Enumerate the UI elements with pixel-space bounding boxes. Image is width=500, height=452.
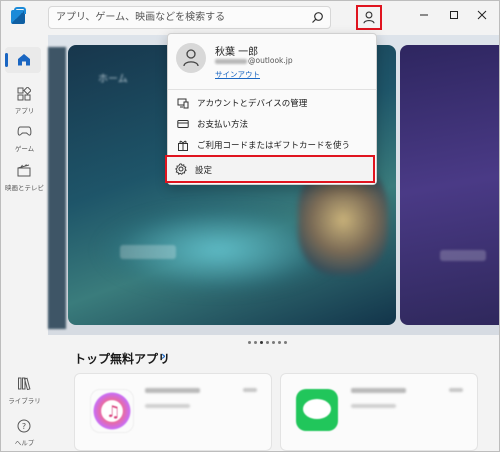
menu-item-label: アカウントとデバイスの管理	[197, 99, 308, 109]
app-category-placeholder	[145, 404, 190, 408]
close-button[interactable]	[471, 7, 495, 23]
chevron-right-icon[interactable]: ›	[161, 349, 166, 363]
app-price-placeholder	[449, 388, 463, 392]
carousel-dots[interactable]	[248, 329, 308, 344]
hero-next-cta-button[interactable]	[440, 250, 486, 261]
credit-card-icon	[177, 120, 189, 128]
nav-library-label: ライブラリ	[8, 397, 41, 405]
search-input[interactable]	[56, 9, 301, 26]
gear-icon	[175, 163, 187, 175]
menu-item-account-devices[interactable]: アカウントとデバイスの管理	[169, 93, 375, 113]
maximize-icon	[450, 11, 458, 19]
svg-text:?: ?	[22, 422, 26, 431]
hero-prev-card[interactable]	[48, 47, 66, 329]
minimize-button[interactable]	[413, 7, 437, 23]
app-name-placeholder	[145, 388, 200, 393]
hero-title: ホーム	[98, 74, 128, 85]
app-name-placeholder	[351, 388, 406, 393]
search-box[interactable]	[48, 6, 331, 29]
section-title[interactable]: トップ無料アプリ	[74, 350, 170, 367]
menu-divider	[168, 89, 376, 90]
itunes-icon: ♫	[90, 389, 134, 433]
app-tile-itunes[interactable]: ♫	[74, 373, 272, 451]
nav-help-label: ヘルプ	[14, 439, 35, 447]
menu-item-payment[interactable]: お支払い方法	[169, 114, 375, 134]
store-logo-icon	[11, 7, 26, 24]
app-window: アプリ ゲーム 映画とテレビ ライブラリ ?	[0, 0, 500, 452]
left-nav: アプリ ゲーム 映画とテレビ ライブラリ ? ヘルプ	[1, 35, 48, 451]
nav-library[interactable]: ライブラリ	[1, 373, 48, 405]
email-redacted	[215, 58, 247, 64]
menu-item-label: ご利用コードまたはギフトカードを使う	[197, 141, 351, 151]
account-button[interactable]	[356, 5, 382, 30]
nav-movies[interactable]: 映画とテレビ	[1, 160, 48, 192]
help-icon: ?	[17, 419, 31, 433]
app-category-placeholder	[351, 404, 396, 408]
nav-active-indicator	[5, 53, 8, 67]
home-icon	[18, 54, 30, 66]
menu-item-redeem[interactable]: ご利用コードまたはギフトカードを使う	[169, 135, 375, 155]
hero-cta-button[interactable]	[120, 245, 176, 259]
user-icon	[363, 11, 375, 24]
nav-games[interactable]: ゲーム	[1, 121, 48, 153]
nav-games-label: ゲーム	[14, 145, 35, 153]
nav-apps[interactable]: アプリ	[1, 83, 48, 115]
search-icon[interactable]	[311, 11, 324, 24]
menu-item-label: 設定	[195, 166, 213, 176]
nav-movies-label: 映画とテレビ	[5, 184, 44, 192]
maximize-button[interactable]	[443, 7, 467, 23]
user-email: @outlook.jp	[215, 56, 293, 65]
library-icon	[18, 377, 31, 390]
user-icon	[183, 49, 199, 67]
gamepad-icon	[17, 126, 32, 136]
apps-icon	[17, 87, 31, 101]
nav-apps-label: アプリ	[14, 107, 35, 115]
avatar	[176, 43, 206, 73]
hero-next-card[interactable]	[400, 45, 499, 325]
gift-icon	[178, 140, 188, 151]
menu-item-label: お支払い方法	[197, 120, 249, 130]
close-icon	[477, 10, 487, 20]
email-domain: @outlook.jp	[248, 56, 293, 65]
nav-help[interactable]: ? ヘルプ	[1, 415, 48, 447]
sign-out-link[interactable]: サインアウト	[215, 69, 260, 80]
device-icon	[177, 98, 189, 109]
minimize-icon	[420, 14, 428, 16]
film-icon	[17, 164, 31, 177]
title-bar	[1, 1, 499, 35]
menu-item-settings[interactable]: 設定	[165, 155, 375, 183]
nav-home[interactable]	[1, 43, 48, 73]
app-tile-line[interactable]	[280, 373, 478, 451]
app-price-placeholder	[243, 388, 257, 392]
line-app-icon	[296, 389, 338, 431]
